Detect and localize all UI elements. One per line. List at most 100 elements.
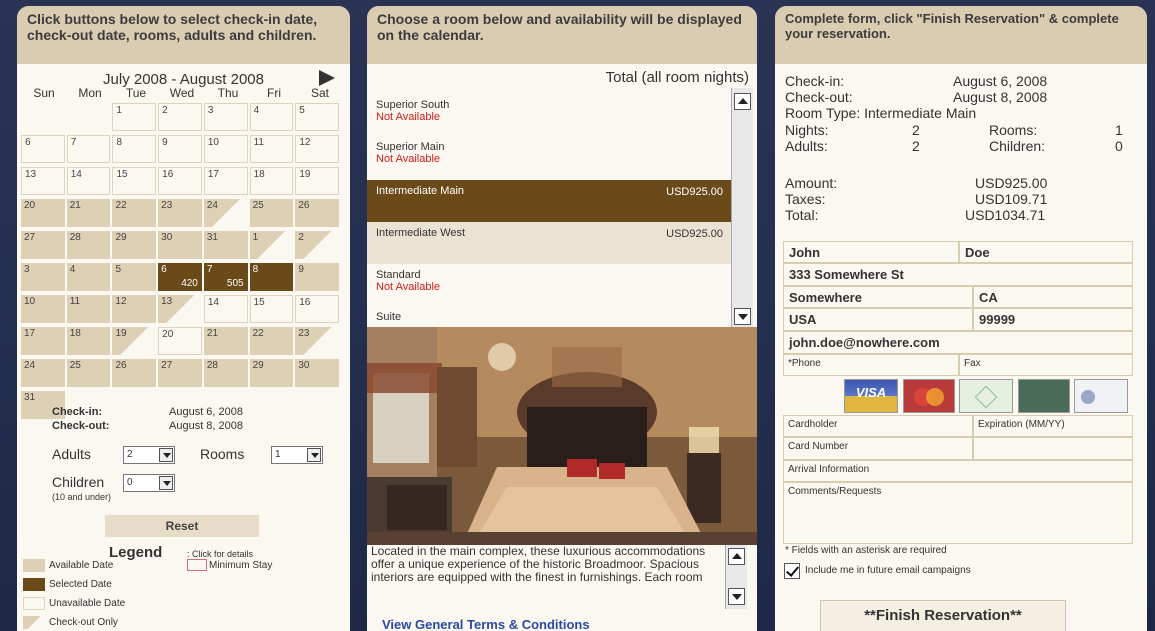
reset-button[interactable]: Reset xyxy=(105,515,259,537)
mastercard-icon[interactable] xyxy=(903,379,955,413)
calendar-day-cell[interactable]: 22 xyxy=(249,327,294,355)
calendar-day-cell[interactable]: 11 xyxy=(66,295,111,323)
calendar-day-cell[interactable]: 23 xyxy=(295,327,340,355)
calendar-day-cell[interactable]: 9 xyxy=(295,263,340,291)
calendar-day-cell[interactable]: 25 xyxy=(66,359,111,387)
calendar-day-cell[interactable]: 9 xyxy=(158,135,202,163)
visa-card-icon[interactable]: VISA xyxy=(844,379,898,413)
room-option[interactable]: Superior South Not Available xyxy=(367,94,731,136)
arrival-field[interactable]: Arrival Information xyxy=(783,460,1133,482)
calendar-day-cell[interactable]: 19 xyxy=(295,167,340,195)
calendar-day-cell[interactable]: 12 xyxy=(295,135,340,163)
expiration-field[interactable]: Expiration (MM/YY) xyxy=(973,415,1133,437)
calendar-day-cell[interactable]: 3 xyxy=(203,103,248,131)
calendar-day-cell[interactable]: 17 xyxy=(21,327,65,355)
calendar-day-cell[interactable]: 4 xyxy=(66,263,111,291)
calendar-day-cell[interactable]: 3 xyxy=(21,263,65,291)
calendar-day-cell[interactable]: 16 xyxy=(158,167,202,195)
first-name-field[interactable]: John xyxy=(783,241,959,263)
email-field[interactable]: john.doe@nowhere.com xyxy=(783,331,1133,354)
calendar-day-cell[interactable]: 8 xyxy=(249,263,294,291)
comments-field[interactable]: Comments/Requests xyxy=(783,482,1133,544)
calendar-day-cell[interactable]: 27 xyxy=(21,231,65,259)
fax-field[interactable]: Fax xyxy=(959,354,1133,376)
room-option[interactable]: Standard Not Available xyxy=(367,264,731,306)
city-field[interactable]: Somewhere xyxy=(783,286,973,308)
calendar-day-cell[interactable]: 2 xyxy=(158,103,202,131)
min-stay-swatch[interactable] xyxy=(187,559,207,571)
calendar-day-cell[interactable]: 2 xyxy=(295,231,340,259)
room-option[interactable]: Intermediate Main USD925.00 xyxy=(367,180,731,222)
room-option[interactable]: Suite xyxy=(367,306,731,328)
calendar-day-cell[interactable]: 24 xyxy=(203,199,248,227)
calendar-day-cell[interactable]: 7 xyxy=(66,135,111,163)
calendar-day-cell[interactable]: 20 xyxy=(21,199,65,227)
calendar-day-cell[interactable]: 11 xyxy=(249,135,294,163)
calendar-day-cell[interactable]: 18 xyxy=(249,167,294,195)
calendar-day-cell[interactable]: 22 xyxy=(112,199,157,227)
calendar-day-cell[interactable]: 17 xyxy=(203,167,248,195)
calendar-day-cell[interactable]: 18 xyxy=(66,327,111,355)
rooms-select[interactable]: 1 xyxy=(271,446,323,464)
room-list-scrollbar[interactable] xyxy=(731,88,753,328)
calendar-day-cell[interactable]: 28 xyxy=(66,231,111,259)
calendar-day-cell[interactable]: 30 xyxy=(295,359,340,387)
calendar-day-cell[interactable]: 15 xyxy=(249,295,294,323)
calendar-day-cell[interactable]: 5 xyxy=(112,263,157,291)
calendar-day-cell[interactable]: 8 xyxy=(112,135,157,163)
room-option[interactable]: Superior Main Not Available xyxy=(367,136,731,178)
calendar-day-cell[interactable]: 14 xyxy=(66,167,111,195)
phone-field[interactable]: *Phone xyxy=(783,354,959,376)
scroll-down-icon[interactable] xyxy=(728,588,745,605)
calendar-day-cell[interactable]: 27 xyxy=(158,359,202,387)
calendar-day-cell[interactable]: 29 xyxy=(249,359,294,387)
calendar-day-cell[interactable]: 28 xyxy=(203,359,248,387)
calendar-day-cell[interactable]: 12 xyxy=(112,295,157,323)
calendar-day-cell[interactable]: 20 xyxy=(158,327,202,355)
calendar-day-cell[interactable]: 31 xyxy=(203,231,248,259)
terms-link[interactable]: View General Terms & Conditions xyxy=(382,617,590,631)
calendar-day-cell[interactable]: 19 xyxy=(112,327,157,355)
state-field[interactable]: CA xyxy=(973,286,1133,308)
calendar-day-cell[interactable]: 10 xyxy=(203,135,248,163)
street-field[interactable]: 333 Somewhere St xyxy=(783,263,1133,286)
calendar-day-cell[interactable]: 7 505 xyxy=(203,263,248,291)
country-field[interactable]: USA xyxy=(783,308,973,331)
scroll-up-icon[interactable] xyxy=(734,93,751,110)
finish-reservation-button[interactable]: **Finish Reservation** xyxy=(820,600,1066,631)
next-month-arrow-icon[interactable] xyxy=(319,70,335,86)
calendar-day-cell[interactable]: 21 xyxy=(203,327,248,355)
calendar-day-cell[interactable]: 24 xyxy=(21,359,65,387)
card-type-icon[interactable] xyxy=(1074,379,1128,413)
calendar-day-cell[interactable]: 16 xyxy=(295,295,339,323)
description-scrollbar[interactable] xyxy=(725,545,747,609)
calendar-day-cell[interactable]: 25 xyxy=(249,199,294,227)
card-extra-field[interactable] xyxy=(973,437,1133,460)
card-type-icon[interactable] xyxy=(959,379,1013,413)
email-optin-checkbox[interactable] xyxy=(784,563,800,579)
calendar-day-cell[interactable]: 1 xyxy=(112,103,157,131)
scroll-up-icon[interactable] xyxy=(728,548,745,565)
room-option[interactable]: Intermediate West USD925.00 xyxy=(367,222,731,264)
adults-select[interactable]: 2 xyxy=(123,446,175,464)
calendar-day-cell[interactable]: 21 xyxy=(66,199,111,227)
calendar-day-cell[interactable]: 13 xyxy=(21,167,65,195)
calendar-day-cell[interactable]: 30 xyxy=(158,231,202,259)
calendar-day-cell[interactable]: 26 xyxy=(112,359,157,387)
cardholder-field[interactable]: Cardholder xyxy=(783,415,973,437)
calendar-day-cell[interactable]: 5 xyxy=(295,103,339,131)
zip-field[interactable]: 99999 xyxy=(973,308,1133,331)
card-type-icon[interactable] xyxy=(1018,379,1070,413)
calendar-day-cell[interactable]: 23 xyxy=(158,199,202,227)
calendar-day-cell[interactable]: 6 420 xyxy=(158,263,202,291)
last-name-field[interactable]: Doe xyxy=(959,241,1133,263)
children-select[interactable]: 0 xyxy=(123,474,175,492)
calendar-day-cell[interactable]: 4 xyxy=(249,103,294,131)
scroll-down-icon[interactable] xyxy=(734,308,751,325)
calendar-day-cell[interactable]: 10 xyxy=(21,295,65,323)
calendar-day-cell[interactable]: 15 xyxy=(112,167,157,195)
calendar-day-cell[interactable]: 14 xyxy=(203,295,248,323)
calendar-day-cell[interactable]: 26 xyxy=(295,199,340,227)
calendar-day-cell[interactable]: 1 xyxy=(249,231,294,259)
card-number-field[interactable]: Card Number xyxy=(783,437,973,460)
